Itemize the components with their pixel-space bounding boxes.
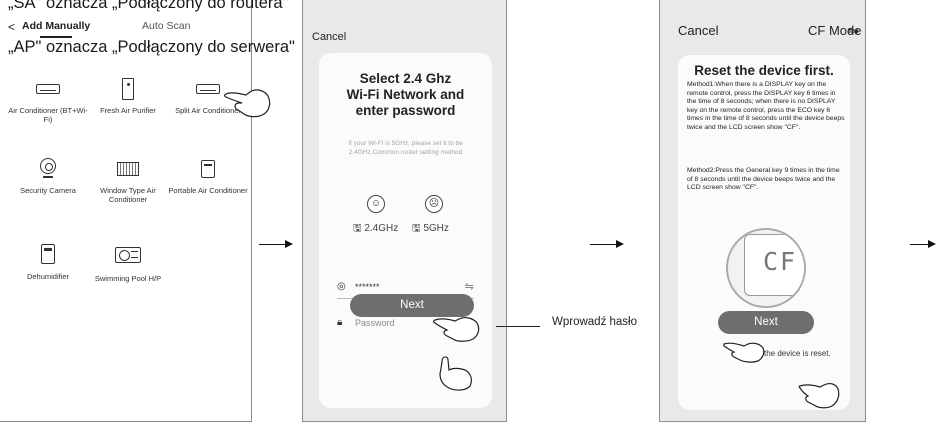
device-air-conditioner[interactable]: Air Conditioner (BT+Wi-Fi) — [8, 78, 88, 124]
wifi-icon: ◎ — [337, 281, 346, 292]
phone-screen-device-list: < Add Manually Auto Scan Air Conditioner… — [0, 0, 271, 422]
band-5ghz: 🖫︎ 5GHz — [412, 223, 449, 234]
swimming-pool-icon — [115, 247, 141, 263]
phone-screen-reset: Cancel CF Mode ⇋ Reset the device first.… — [659, 0, 866, 422]
back-arrow-icon[interactable]: < — [8, 20, 15, 34]
device-label: Window Type Air Conditioner — [100, 186, 156, 204]
dehumidifier-icon — [41, 244, 55, 264]
device-label: Swimming Pool H/P — [94, 274, 162, 283]
cancel-button[interactable]: Cancel — [678, 23, 718, 38]
page-title: Select 2.4 Ghz Wi-Fi Network and enter p… — [346, 71, 465, 118]
flow-arrow — [910, 240, 936, 248]
device-window-ac[interactable]: Window Type Air Conditioner — [88, 158, 168, 204]
phone-screen-wifi: Cancel Select 2.4 Ghz Wi-Fi Network and … — [302, 0, 507, 422]
lcd-text: CF — [763, 247, 798, 276]
wifi-card: Select 2.4 Ghz Wi-Fi Network and enter p… — [319, 53, 492, 408]
sad-face-icon: ☹ — [425, 195, 443, 213]
tab-add-manually[interactable]: Add Manually — [22, 20, 90, 38]
switch-network-icon[interactable]: ⇋ — [465, 280, 474, 293]
method1-text: Method1:When there is a DISPLAY key on t… — [687, 81, 845, 131]
device-label: Dehumidifier — [26, 272, 70, 281]
hand-pointer-icon — [798, 383, 840, 409]
page-title: Reset the device first. — [694, 63, 834, 78]
device-label: Fresh Air Purifier — [100, 106, 156, 115]
fresh-air-purifier-icon — [122, 78, 134, 100]
cancel-button[interactable]: Cancel — [312, 31, 346, 43]
confirm-reset-label: the device is reset. — [764, 349, 831, 358]
enter-password-caption: Wprowadź hasło — [552, 316, 638, 328]
portable-ac-icon — [201, 160, 215, 178]
password-placeholder: Password — [355, 318, 395, 328]
lcd-screen: CF — [744, 234, 804, 296]
security-camera-icon — [39, 158, 57, 180]
flow-arrow — [590, 240, 624, 248]
next-button[interactable]: Next — [718, 311, 814, 334]
device-label: Portable Air Conditioner — [168, 186, 248, 195]
band-24ghz: 🖫︎ 2.4GHz — [353, 223, 399, 234]
hand-pointer-icon — [723, 342, 765, 363]
caption-sa: „SA" oznacza „Podłączony do routera" — [8, 0, 289, 12]
caption-ap: „AP" oznacza „Podłączony do serwera" — [8, 38, 295, 56]
window-ac-icon — [117, 162, 139, 176]
device-portable-ac[interactable]: Portable Air Conditioner — [168, 158, 248, 195]
router-hint[interactable]: If your Wi-Fi is 5GHz, please set it to … — [333, 139, 478, 157]
wifi-network-value: ******* — [355, 282, 380, 292]
tab-auto-scan[interactable]: Auto Scan — [142, 20, 190, 32]
callout-line — [496, 326, 540, 327]
hand-pointer-icon — [224, 89, 271, 118]
lock-icon: 🔒︎ — [337, 317, 343, 328]
hand-pointer-icon — [439, 356, 472, 391]
device-security-camera[interactable]: Security Camera — [8, 158, 88, 195]
device-label: Security Camera — [20, 186, 76, 195]
hand-pointer-icon — [433, 317, 480, 342]
device-swimming-pool[interactable]: Swimming Pool H/P — [88, 244, 168, 283]
air-conditioner-icon — [36, 84, 60, 94]
device-label: Air Conditioner (BT+Wi-Fi) — [8, 106, 88, 124]
lcd-illustration: CF — [726, 228, 806, 308]
device-fresh-air-purifier[interactable]: Fresh Air Purifier — [88, 78, 168, 115]
method2-text: Method2:Press the General key 9 times in… — [687, 167, 840, 191]
device-dehumidifier[interactable]: Dehumidifier — [8, 244, 88, 281]
split-air-conditioner-icon — [196, 84, 220, 94]
switch-mode-icon[interactable]: ⇋ — [848, 23, 859, 39]
flow-arrow — [259, 240, 293, 248]
smile-face-icon: ☺ — [367, 195, 385, 213]
